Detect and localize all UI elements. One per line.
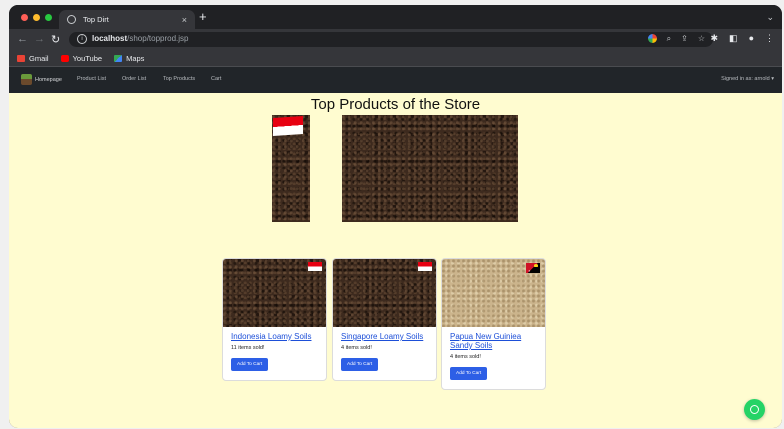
carousel-slide-current[interactable] bbox=[342, 115, 518, 222]
maps-icon bbox=[114, 54, 123, 62]
brand-link[interactable]: Homepage bbox=[21, 74, 62, 85]
whatsapp-icon[interactable] bbox=[744, 399, 765, 420]
product-card: Papua New Guiniea Sandy Soils 4 items so… bbox=[441, 258, 546, 390]
product-image[interactable] bbox=[223, 259, 326, 327]
window-controls bbox=[21, 14, 52, 21]
carousel-slide-previous[interactable] bbox=[272, 115, 310, 222]
product-image[interactable] bbox=[333, 259, 436, 327]
extensions-icon[interactable]: ✱ bbox=[711, 33, 719, 44]
site-info-icon[interactable]: i bbox=[77, 34, 87, 44]
new-tab-button[interactable]: + bbox=[199, 9, 207, 24]
product-name-link[interactable]: Indonesia Loamy Soils bbox=[231, 332, 318, 341]
items-sold: 4 items sold! bbox=[341, 345, 372, 351]
items-sold: 4 items sold! bbox=[450, 354, 481, 360]
indonesia-flag-icon bbox=[418, 262, 432, 271]
add-to-cart-button[interactable]: Add To Cart bbox=[341, 358, 379, 371]
share-icon[interactable]: ⇪ bbox=[681, 34, 688, 44]
globe-icon bbox=[67, 15, 76, 24]
nav-order-list[interactable]: Order List bbox=[122, 76, 146, 82]
gmail-icon bbox=[17, 54, 25, 62]
tab-title: Top Dirt bbox=[83, 15, 109, 24]
web-page: Homepage Product List Order List Top Pro… bbox=[9, 67, 782, 428]
site-navbar: Homepage Product List Order List Top Pro… bbox=[9, 67, 782, 93]
nav-product-list[interactable]: Product List bbox=[77, 76, 106, 82]
product-name-link[interactable]: Singapore Loamy Soils bbox=[341, 332, 428, 341]
nav-cart[interactable]: Cart bbox=[211, 76, 221, 82]
maximize-window-button[interactable] bbox=[45, 14, 52, 21]
bookmark-gmail[interactable]: Gmail bbox=[17, 54, 49, 63]
zoom-icon[interactable]: ⌕ bbox=[667, 34, 671, 44]
add-to-cart-button[interactable]: Add To Cart bbox=[231, 358, 269, 371]
brand-label: Homepage bbox=[35, 76, 62, 83]
address-bar[interactable]: i localhost/shop/topprod.jsp ⌕ ⇪ ☆ bbox=[69, 32, 713, 47]
indonesia-flag-icon bbox=[273, 115, 303, 137]
product-card-body: Papua New Guiniea Sandy Soils 4 items so… bbox=[442, 327, 545, 389]
omnibox-actions: ⌕ ⇪ ☆ bbox=[647, 34, 705, 44]
back-icon[interactable]: ← bbox=[17, 33, 28, 45]
indonesia-flag-icon bbox=[308, 262, 322, 271]
bookmark-youtube[interactable]: YouTube bbox=[60, 54, 102, 63]
google-lens-icon[interactable] bbox=[647, 34, 657, 43]
nav-top-products[interactable]: Top Products bbox=[163, 76, 195, 82]
profile-icon[interactable]: ● bbox=[749, 33, 754, 44]
page-title: Top Products of the Store bbox=[310, 96, 481, 113]
tab-strip: Top Dirt × + ⌄ bbox=[9, 5, 782, 29]
product-card-body: Singapore Loamy Soils 4 items sold! Add … bbox=[333, 327, 436, 380]
close-window-button[interactable] bbox=[21, 14, 28, 21]
bookmark-star-icon[interactable]: ☆ bbox=[698, 34, 705, 44]
bookmark-maps[interactable]: Maps bbox=[114, 54, 144, 63]
product-card-body: Indonesia Loamy Soils 11 items sold! Add… bbox=[223, 327, 326, 380]
bookmarks-bar: Gmail YouTube Maps bbox=[9, 50, 782, 67]
menu-icon[interactable]: ⋮ bbox=[765, 33, 774, 44]
product-name-link[interactable]: Papua New Guiniea Sandy Soils bbox=[450, 332, 537, 350]
browser-window: Top Dirt × + ⌄ ← → ↻ i localhost/shop/to… bbox=[9, 5, 782, 428]
browser-toolbar: ← → ↻ i localhost/shop/topprod.jsp ⌕ ⇪ ☆… bbox=[9, 29, 782, 50]
brand-logo-icon bbox=[21, 74, 32, 85]
signed-in-dropdown[interactable]: Signed in as: arnold ▾ bbox=[721, 76, 774, 82]
youtube-icon bbox=[60, 54, 69, 62]
product-card: Singapore Loamy Soils 4 items sold! Add … bbox=[332, 258, 437, 381]
tab-top-dirt[interactable]: Top Dirt × bbox=[59, 10, 195, 29]
papua-new-guinea-flag-icon bbox=[526, 263, 540, 273]
tab-close-icon[interactable]: × bbox=[182, 15, 187, 25]
reload-icon[interactable]: ↻ bbox=[51, 33, 60, 46]
product-card: Indonesia Loamy Soils 11 items sold! Add… bbox=[222, 258, 327, 381]
minimize-window-button[interactable] bbox=[33, 14, 40, 21]
product-image[interactable] bbox=[442, 259, 545, 327]
toolbar-right: ✱ ◧ ● ⋮ bbox=[711, 33, 775, 44]
side-panel-icon[interactable]: ◧ bbox=[729, 33, 738, 44]
tab-search-icon[interactable]: ⌄ bbox=[766, 12, 774, 23]
url-text[interactable]: localhost/shop/topprod.jsp bbox=[92, 34, 189, 43]
add-to-cart-button[interactable]: Add To Cart bbox=[450, 367, 488, 380]
forward-icon[interactable]: → bbox=[34, 33, 45, 45]
items-sold: 11 items sold! bbox=[231, 345, 265, 351]
